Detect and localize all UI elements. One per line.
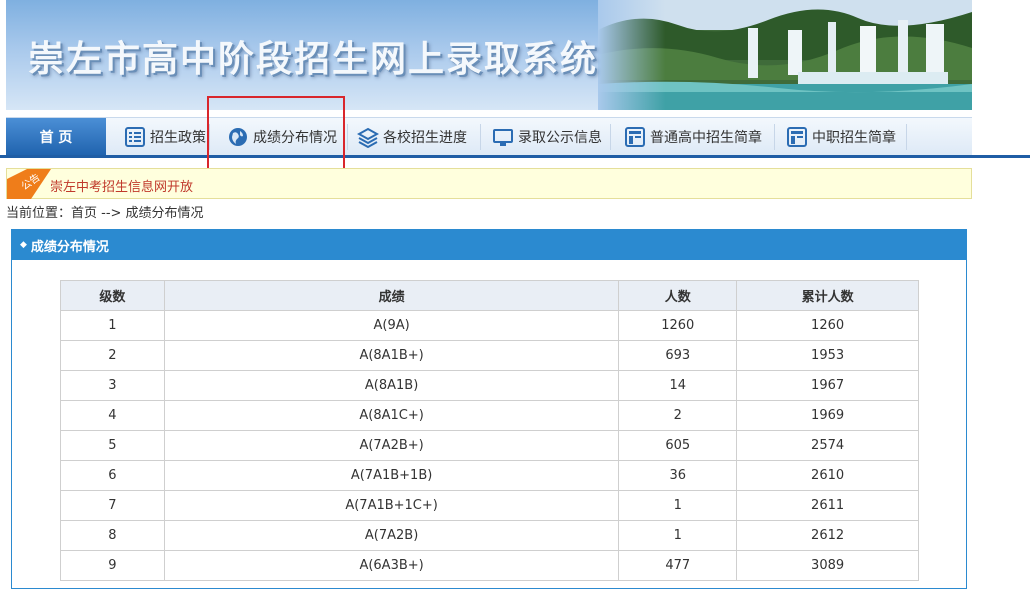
column-header-level: 级数 xyxy=(60,280,165,311)
nav-divider xyxy=(209,124,210,150)
nav-item-home[interactable]: 首 页 xyxy=(6,118,106,156)
table-row: 9 A(6A3B+) 477 3089 xyxy=(60,550,919,581)
cell-cumulative: 2611 xyxy=(736,490,919,521)
nav-admission-publicity-label: 录取公示信息 xyxy=(518,130,602,146)
globe-icon xyxy=(229,128,247,146)
cell-count: 477 xyxy=(618,550,738,581)
document-icon xyxy=(625,127,645,147)
breadcrumb: 当前位置：首页 --> 成绩分布情况 xyxy=(6,206,204,221)
monitor-icon xyxy=(493,129,513,146)
nav-score-distribution-label: 成绩分布情况 xyxy=(253,130,337,146)
cell-count: 1 xyxy=(618,520,738,551)
cell-cumulative: 3089 xyxy=(736,550,919,581)
cell-cumulative: 1967 xyxy=(736,370,919,401)
cell-score: A(7A2B+) xyxy=(163,430,620,461)
cell-level: 8 xyxy=(60,520,165,551)
nav-underline xyxy=(0,155,1030,158)
notice-link[interactable]: 崇左中考招生信息网开放 xyxy=(50,176,193,195)
nav-divider xyxy=(347,124,348,150)
cell-score: A(6A3B+) xyxy=(163,550,620,581)
cell-count: 14 xyxy=(618,370,738,401)
cell-cumulative: 2574 xyxy=(736,430,919,461)
table-row: 4 A(8A1C+) 2 1969 xyxy=(60,400,919,431)
nav-vocational-brochure-label: 中职招生简章 xyxy=(812,130,896,146)
cell-count: 36 xyxy=(618,460,738,491)
column-header-cumulative: 累计人数 xyxy=(736,280,919,311)
site-banner: 崇左市高中阶段招生网上录取系统 xyxy=(6,0,972,110)
table-row: 6 A(7A1B+1B) 36 2610 xyxy=(60,460,919,491)
nav-item-school-progress[interactable]: 各校招生进度 xyxy=(357,118,467,156)
panel-title: 成绩分布情况 xyxy=(30,239,109,255)
cell-score: A(8A1C+) xyxy=(163,400,620,431)
nav-item-admission-policy[interactable]: 招生政策 xyxy=(124,118,206,156)
table-row: 3 A(8A1B) 14 1967 xyxy=(60,370,919,401)
cell-level: 9 xyxy=(60,550,165,581)
table-row: 2 A(8A1B+) 693 1953 xyxy=(60,340,919,371)
nav-home-label: 首 页 xyxy=(39,130,73,146)
cell-level: 2 xyxy=(60,340,165,371)
site-title: 崇左市高中阶段招生网上录取系统 xyxy=(28,39,599,80)
document-icon xyxy=(787,127,807,147)
nav-divider xyxy=(480,124,481,150)
cell-count: 693 xyxy=(618,340,738,371)
nav-school-progress-label: 各校招生进度 xyxy=(383,130,467,146)
table-row: 8 A(7A2B) 1 2612 xyxy=(60,520,919,551)
cell-count: 1 xyxy=(618,490,738,521)
score-distribution-panel: ◆ 成绩分布情况 级数 成绩 人数 累计人数 1 A(9A) 1260 1260… xyxy=(11,229,967,589)
table-row: 1 A(9A) 1260 1260 xyxy=(60,310,919,341)
cell-count: 2 xyxy=(618,400,738,431)
column-header-count: 人数 xyxy=(618,280,738,311)
nav-admission-policy-label: 招生政策 xyxy=(150,130,206,146)
cell-score: A(8A1B) xyxy=(163,370,620,401)
cell-cumulative: 1953 xyxy=(736,340,919,371)
cell-level: 6 xyxy=(60,460,165,491)
nav-item-vocational-brochure[interactable]: 中职招生简章 xyxy=(786,118,896,156)
panel-header: ◆ 成绩分布情况 xyxy=(12,230,966,260)
cell-cumulative: 1260 xyxy=(736,310,919,341)
nav-item-high-school-brochure[interactable]: 普通高中招生简章 xyxy=(624,118,762,156)
cell-score: A(7A1B+1C+) xyxy=(163,490,620,521)
cell-score: A(7A1B+1B) xyxy=(163,460,620,491)
cell-score: A(7A2B) xyxy=(163,520,620,551)
cell-score: A(9A) xyxy=(163,310,620,341)
table-header-row: 级数 成绩 人数 累计人数 xyxy=(60,280,919,311)
table-row: 5 A(7A2B+) 605 2574 xyxy=(60,430,919,461)
cell-level: 7 xyxy=(60,490,165,521)
cell-count: 605 xyxy=(618,430,738,461)
table-row: 7 A(7A1B+1C+) 1 2611 xyxy=(60,490,919,521)
announcement-badge-icon: 公告 xyxy=(7,169,51,199)
nav-divider xyxy=(774,124,775,150)
cell-level: 3 xyxy=(60,370,165,401)
nav-item-score-distribution[interactable]: 成绩分布情况 xyxy=(227,118,337,156)
cell-cumulative: 1969 xyxy=(736,400,919,431)
list-icon xyxy=(125,127,145,147)
cell-level: 1 xyxy=(60,310,165,341)
column-header-score: 成绩 xyxy=(163,280,620,311)
cell-level: 5 xyxy=(60,430,165,461)
cell-cumulative: 2612 xyxy=(736,520,919,551)
nav-item-admission-publicity[interactable]: 录取公示信息 xyxy=(492,118,602,156)
cell-cumulative: 2610 xyxy=(736,460,919,491)
waterfall-scenery-image xyxy=(598,0,972,110)
nav-high-school-brochure-label: 普通高中招生简章 xyxy=(650,130,762,146)
main-nav: 首 页 招生政策 成绩分布情况 各校招生进度 录取公示信息 普通高中招生简章 中… xyxy=(6,117,972,156)
cell-count: 1260 xyxy=(618,310,738,341)
layers-icon xyxy=(357,127,379,148)
cell-score: A(8A1B+) xyxy=(163,340,620,371)
nav-divider xyxy=(906,124,907,150)
diamond-bullet-icon: ◆ xyxy=(20,240,27,250)
cell-level: 4 xyxy=(60,400,165,431)
notice-bar: 公告 崇左中考招生信息网开放 xyxy=(6,168,972,199)
nav-divider xyxy=(610,124,611,150)
score-table: 级数 成绩 人数 累计人数 1 A(9A) 1260 1260 2 A(8A1B… xyxy=(60,280,919,581)
